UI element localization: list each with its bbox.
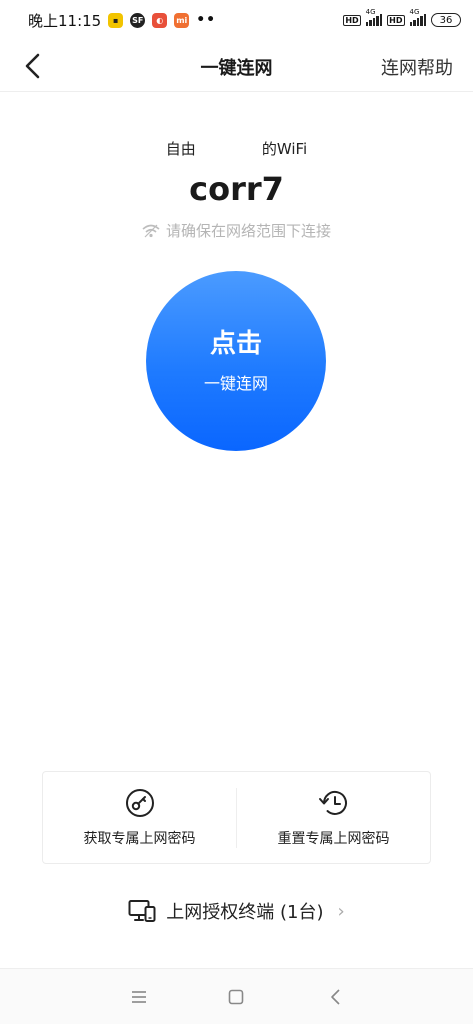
system-back-button[interactable]	[326, 987, 346, 1007]
wifi-ssid: corr7	[189, 170, 284, 208]
get-password-label: 获取专属上网密码	[83, 830, 196, 847]
nav-bar: 一键连网 连网帮助	[0, 40, 473, 92]
authorized-terminals-link[interactable]: 上网授权终端 (1台) ›	[0, 896, 473, 926]
chevron-right-icon: ›	[337, 900, 345, 922]
one-click-connect-button[interactable]: 点击 一键连网	[146, 271, 326, 451]
signal-icon: 4G	[365, 8, 383, 26]
network-type-label: 4G	[365, 8, 376, 16]
home-button[interactable]	[226, 987, 246, 1007]
status-left: 晚上11:15 ▪ SF ◐ mi ••	[28, 10, 216, 31]
menu-icon	[132, 991, 146, 1003]
sf-app-icon: SF	[130, 12, 146, 28]
mi-app-icon: mi	[174, 12, 190, 28]
wifi-icon	[142, 224, 160, 237]
key-icon	[125, 788, 154, 817]
status-bar: 晚上11:15 ▪ SF ◐ mi •• HD 4G HD 4G 36	[0, 0, 473, 40]
range-hint-text: 请确保在网络范围下连接	[165, 222, 331, 240]
network-type-label: 4G	[409, 8, 420, 16]
authorized-terminals-label: 上网授权终端 (1台)	[166, 902, 324, 923]
wifi-owner-end: 的WiFi	[261, 140, 308, 158]
menu-button[interactable]	[129, 987, 149, 1007]
signal-icon: 4G	[409, 8, 426, 26]
system-navigation-bar	[0, 968, 473, 1024]
home-square-icon	[228, 989, 244, 1005]
back-triangle-icon	[331, 989, 340, 1005]
devices-icon	[128, 900, 156, 922]
yellow-app-icon: ▪	[108, 12, 124, 28]
reset-password-button[interactable]: 重置专属上网密码	[237, 772, 430, 863]
connect-sub-label: 一键连网	[203, 373, 268, 393]
get-password-button[interactable]: 获取专属上网密码	[43, 772, 236, 863]
red-app-icon: ◐	[152, 12, 168, 28]
status-right: HD 4G HD 4G 36	[343, 8, 461, 27]
range-hint: 请确保在网络范围下连接	[0, 220, 473, 241]
history-reset-icon	[318, 790, 347, 815]
password-options-card: 获取专属上网密码 重置专属上网密码	[42, 771, 431, 864]
more-notifications-icon: ••	[196, 12, 217, 28]
battery-icon: 36	[431, 13, 461, 27]
hd-icon: HD	[343, 14, 361, 26]
wifi-owner-start: 自由	[165, 140, 196, 158]
status-time: 晚上11:15	[28, 11, 102, 30]
help-link[interactable]: 连网帮助	[381, 54, 453, 80]
redacted-text	[195, 142, 262, 157]
wifi-owner-label: 自由 的WiFi	[0, 138, 473, 159]
connect-main-label: 点击	[209, 328, 262, 359]
hd-icon: HD	[387, 14, 405, 26]
reset-password-label: 重置专属上网密码	[277, 830, 390, 847]
